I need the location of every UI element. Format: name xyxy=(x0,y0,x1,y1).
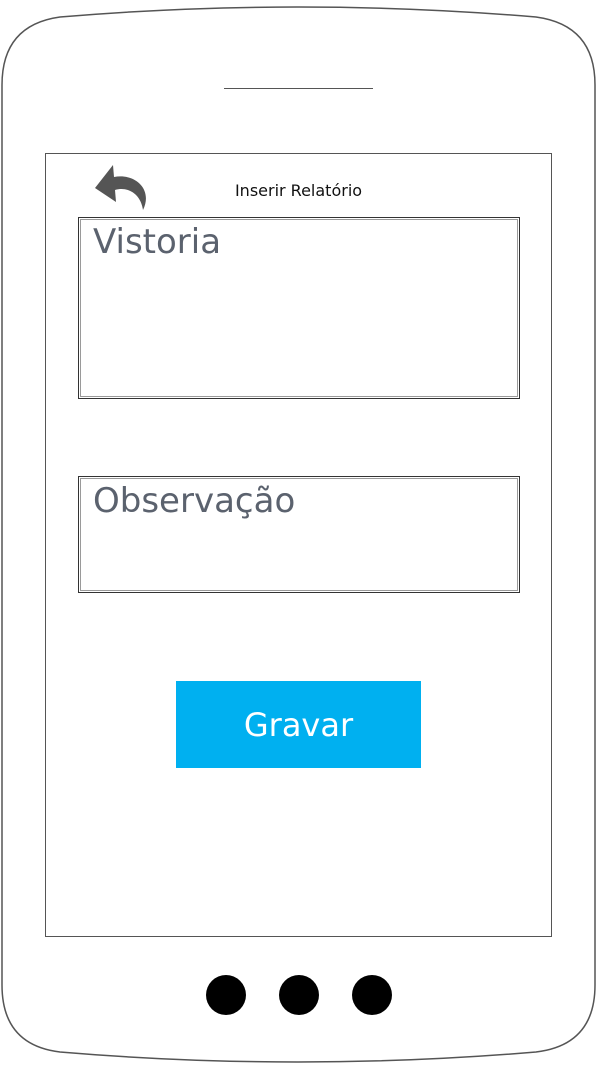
nav-button-home[interactable] xyxy=(279,975,319,1015)
vistoria-field[interactable] xyxy=(78,217,520,399)
save-button[interactable]: Gravar xyxy=(176,681,421,768)
page-title: Inserir Relatório xyxy=(234,181,363,200)
nav-button-right[interactable] xyxy=(352,975,392,1015)
nav-button-left[interactable] xyxy=(206,975,246,1015)
vistoria-input[interactable] xyxy=(83,222,515,394)
undo-arrow-icon[interactable] xyxy=(91,160,151,212)
observacao-field[interactable] xyxy=(78,476,520,593)
speaker-slot xyxy=(224,88,373,89)
observacao-input[interactable] xyxy=(83,481,515,588)
